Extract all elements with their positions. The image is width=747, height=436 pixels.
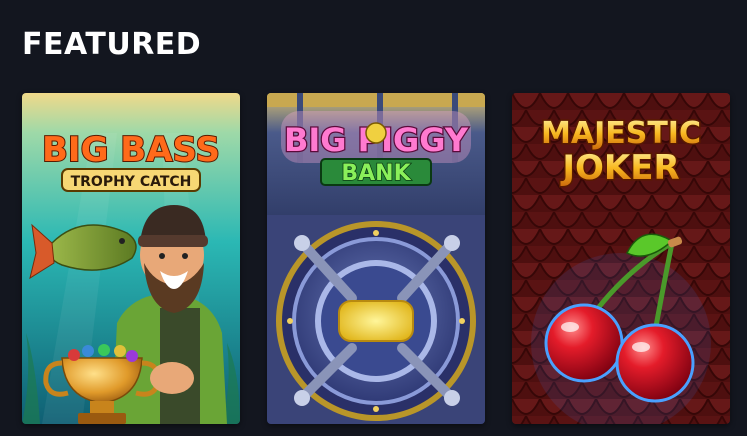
game-logo-line1: BIG BASS bbox=[42, 130, 220, 170]
game-logo-line2: JOKER bbox=[560, 148, 679, 188]
game-card-big-piggy-bank[interactable]: Big Piggy Bank bbox=[267, 93, 485, 424]
game-logo-line2: BANK bbox=[341, 161, 411, 186]
game-card-majestic-joker[interactable]: Majestic Joker bbox=[512, 93, 730, 424]
cherry-icon bbox=[615, 323, 695, 403]
featured-section: FEATURED Big Bass Trophy Catch bbox=[0, 0, 747, 436]
game-thumbnail: BIG PIGGY BANK bbox=[267, 93, 485, 424]
game-logo-line1: MAJESTIC bbox=[541, 116, 701, 151]
game-logo-line2: TROPHY CATCH bbox=[71, 174, 192, 190]
piggy-coin-icon bbox=[365, 122, 387, 144]
gold-bar-icon bbox=[338, 300, 414, 342]
game-thumbnail: MAJESTIC JOKER bbox=[512, 93, 730, 424]
game-thumbnail: BIG BASS TROPHY CATCH bbox=[22, 93, 240, 424]
section-title: FEATURED bbox=[22, 27, 202, 62]
cherry-icon bbox=[544, 303, 624, 383]
game-card-big-bass-trophy-catch[interactable]: Big Bass Trophy Catch bbox=[22, 93, 240, 424]
